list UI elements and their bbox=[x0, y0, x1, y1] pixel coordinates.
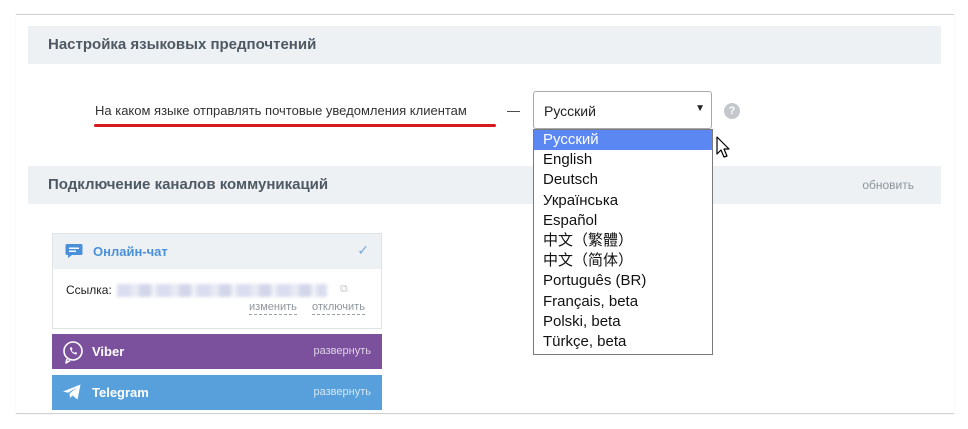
language-select[interactable]: Русский ▼ bbox=[533, 91, 712, 129]
chat-link-label: Ссылка: bbox=[66, 283, 112, 297]
language-select-value: Русский bbox=[544, 103, 596, 119]
viber-expand-link[interactable]: развернуть bbox=[314, 345, 371, 357]
language-option-portuguese-br[interactable]: Português (BR) bbox=[534, 271, 712, 291]
online-chat-header[interactable]: Онлайн-чат ✓ bbox=[53, 234, 381, 269]
mouse-cursor-icon bbox=[716, 136, 730, 158]
language-option-chinese-traditional[interactable]: 中文（繁體） bbox=[534, 231, 712, 251]
viber-icon bbox=[63, 341, 83, 364]
language-option-english[interactable]: English bbox=[534, 150, 712, 170]
check-icon: ✓ bbox=[357, 242, 369, 258]
dropdown-arrow-icon: ▼ bbox=[695, 103, 705, 114]
telegram-expand-link[interactable]: развернуть bbox=[314, 386, 371, 398]
language-section-title: Настройка языковых предпочтений bbox=[48, 36, 317, 53]
red-underline-annotation bbox=[94, 124, 496, 127]
copy-icon[interactable]: ⧉ bbox=[340, 283, 348, 296]
change-link[interactable]: изменить bbox=[249, 301, 297, 315]
label-dash: — bbox=[507, 103, 520, 118]
language-option-russian[interactable]: Русский bbox=[534, 130, 712, 151]
viber-card[interactable]: Viber развернуть bbox=[52, 334, 382, 369]
language-option-ukrainian[interactable]: Українська bbox=[534, 191, 712, 211]
language-option-chinese-simplified[interactable]: 中文（简体） bbox=[534, 251, 712, 271]
chat-bubble-icon bbox=[65, 244, 83, 258]
telegram-title: Telegram bbox=[92, 385, 149, 400]
language-option-polish[interactable]: Polski, beta bbox=[534, 312, 712, 332]
telegram-icon bbox=[63, 384, 81, 400]
chat-link-blurred[interactable] bbox=[117, 284, 327, 297]
help-icon[interactable]: ? bbox=[724, 103, 740, 119]
language-section-header: Настройка языковых предпочтений bbox=[28, 26, 941, 64]
notification-language-label: На каком языке отправлять почтовые уведо… bbox=[95, 103, 467, 118]
online-chat-card: Онлайн-чат ✓ Ссылка: ⧉ изменить отключит… bbox=[52, 233, 382, 329]
language-option-french[interactable]: Français, beta bbox=[534, 292, 712, 312]
channels-section-header: Подключение каналов коммуникаций обновит… bbox=[28, 166, 941, 204]
language-option-german[interactable]: Deutsch bbox=[534, 170, 712, 190]
telegram-card[interactable]: Telegram развернуть bbox=[52, 375, 382, 410]
viber-title: Viber bbox=[92, 344, 125, 359]
language-dropdown-list: Русский English Deutsch Українська Españ… bbox=[533, 129, 713, 355]
language-option-turkish[interactable]: Türkçe, beta bbox=[534, 332, 712, 352]
refresh-link[interactable]: обновить bbox=[862, 178, 914, 192]
online-chat-title: Онлайн-чат bbox=[93, 244, 168, 259]
language-option-spanish[interactable]: Español bbox=[534, 211, 712, 231]
channels-section-title: Подключение каналов коммуникаций bbox=[48, 176, 329, 193]
disable-link[interactable]: отключить bbox=[312, 301, 365, 315]
